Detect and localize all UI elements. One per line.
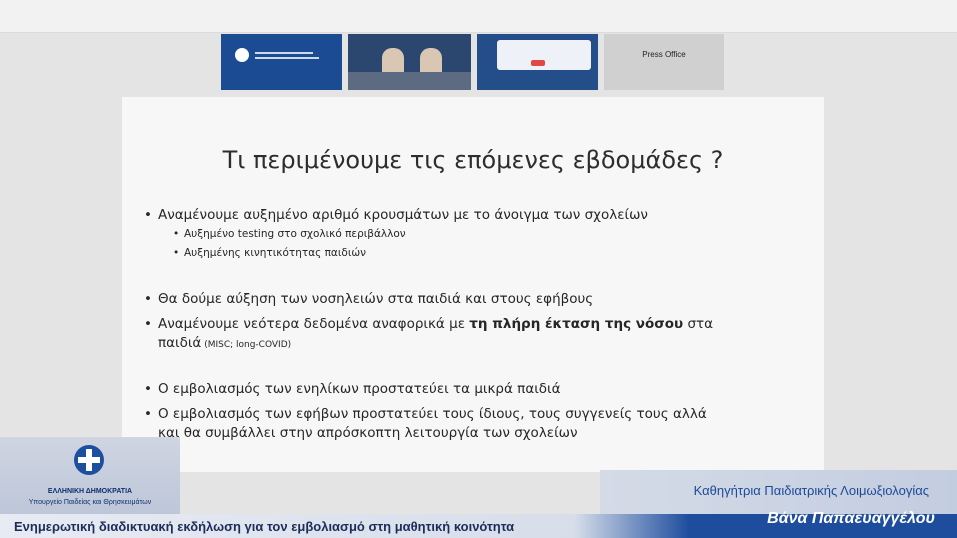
bullet-5: • Ο εμβολιασμός των εφήβων προστατεύει το… bbox=[144, 406, 707, 441]
top-bar bbox=[0, 0, 957, 33]
thumbnail-ministry-stream[interactable] bbox=[221, 34, 342, 90]
bullet-1: • Αναμένουμε αυξημένο αριθμό κρουσμάτων μ… bbox=[144, 207, 648, 223]
ministry-subtitle: Υπουργείο Παιδείας και Θρησκευμάτων bbox=[28, 499, 152, 506]
thumbnail-press-office[interactable]: Press Office bbox=[604, 34, 724, 90]
bullet-2: • Θα δούμε αύξηση των νοσηλειών στα παιδι… bbox=[144, 291, 594, 307]
sub-bullet-1: • Αυξημένο testing στο σχολικό περιβάλλον bbox=[173, 228, 406, 240]
press-office-label: Press Office bbox=[642, 50, 686, 59]
bullet-3: • Αναμένουμε νεότερα δεδομένα αναφορικά μ… bbox=[144, 316, 714, 351]
participant-thumbnails: Press Office bbox=[221, 34, 724, 90]
ministry-name: ΕΛΛΗΝΙΚΗ ΔΗΜΟΚΡΑΤΙΑ bbox=[47, 488, 133, 495]
ministry-logo-icon bbox=[235, 48, 249, 62]
sub-bullet-2: • Αυξημένης κινητικότητας παιδιών bbox=[173, 247, 367, 259]
thumbnail-info-stream[interactable] bbox=[477, 34, 598, 90]
event-title: Ενημερωτική διαδικτυακή εκδήλωση για τον… bbox=[14, 519, 515, 534]
slide-title: Τι περιμένουμε τις επόμενες εβδομάδες ? bbox=[222, 146, 724, 174]
speaker-role: Καθηγήτρια Παιδιατρικής Λοιμωξιολογίας bbox=[693, 483, 929, 498]
bullet-4: • Ο εμβολιασμός των ενηλίκων προστατεύει … bbox=[144, 381, 561, 397]
speaker-name: Βάνα Παπαευαγγέλου bbox=[767, 510, 935, 527]
thumbnail-speakers-stream[interactable] bbox=[348, 34, 471, 90]
presentation-slide: Τι περιμένουμε τις επόμενες εβδομάδες ? … bbox=[122, 97, 824, 472]
